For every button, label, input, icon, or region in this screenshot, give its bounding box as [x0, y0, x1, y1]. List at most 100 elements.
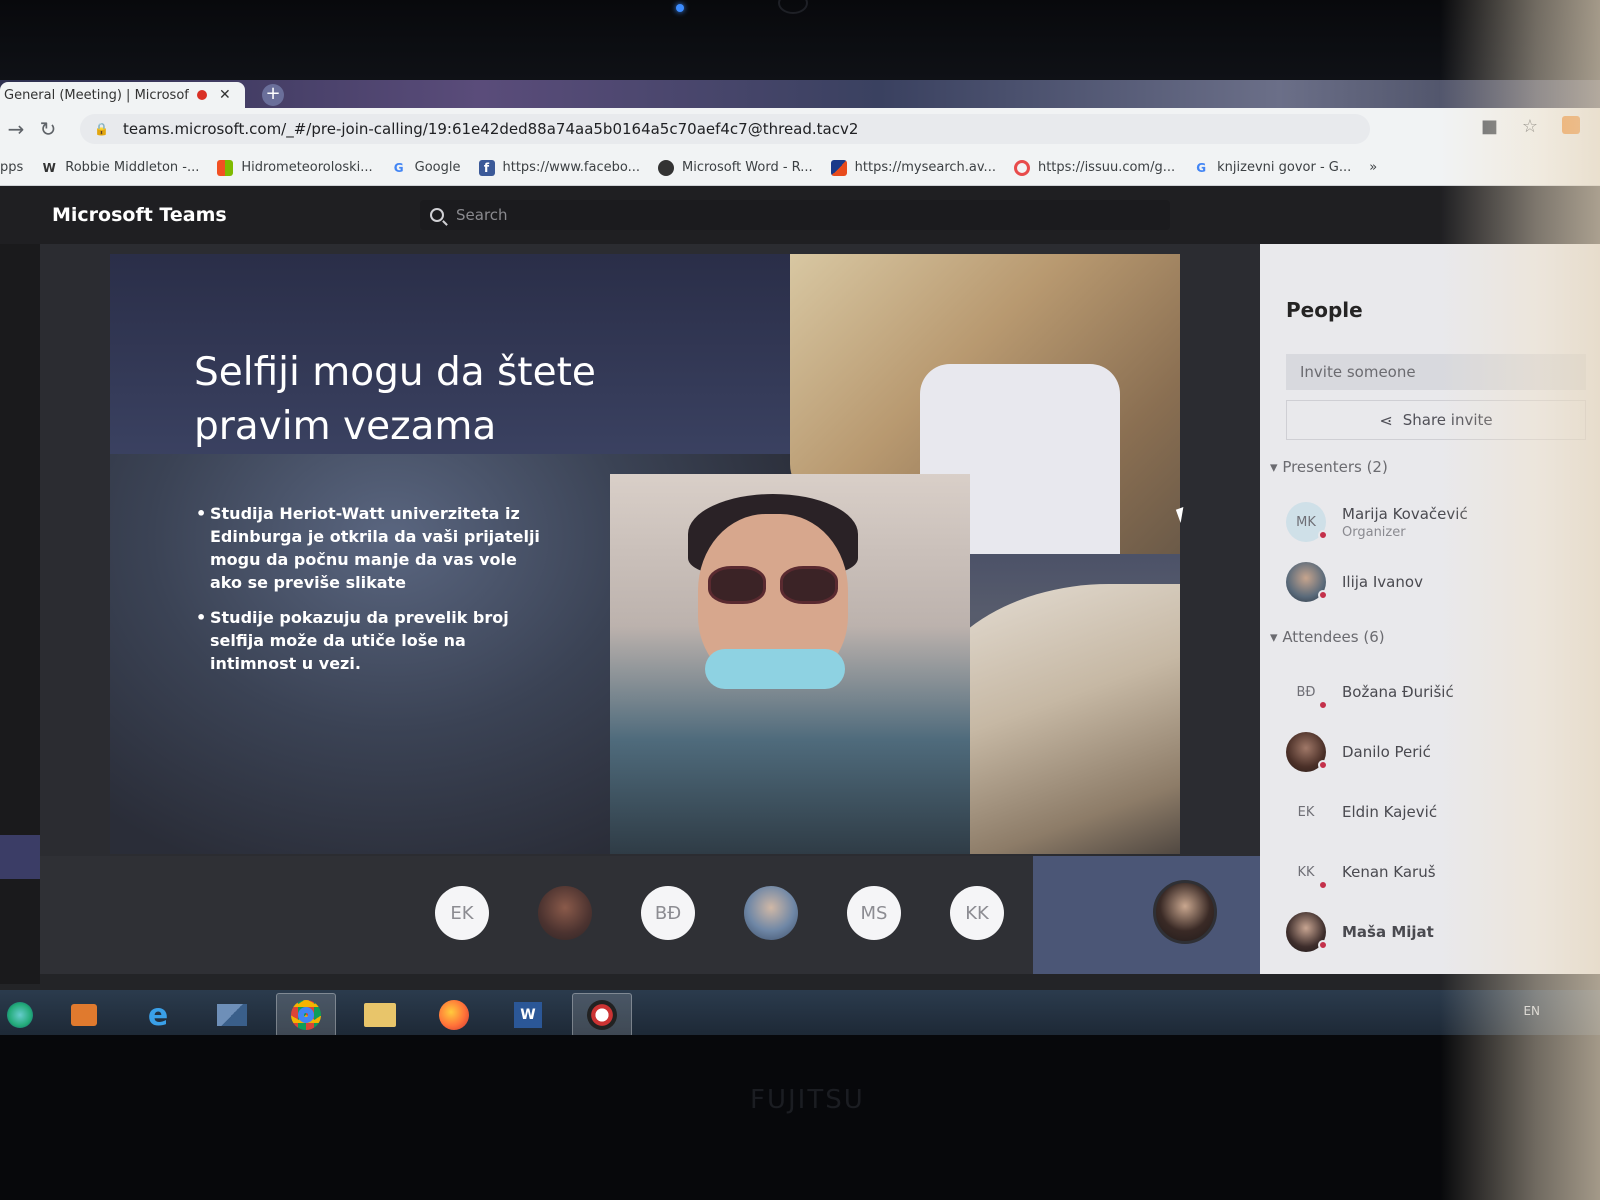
- person-name: Kenan Karuš: [1342, 863, 1436, 881]
- slide-bullet: Studije pokazuju da prevelik broj selfij…: [196, 606, 546, 675]
- browser-toolbar: → ↻ 🔒 teams.microsoft.com/_#/pre-join-ca…: [0, 108, 1600, 150]
- slide-title: Selfiji mogu da štete pravim vezama: [194, 350, 596, 449]
- chevron-double-right-icon: »: [1369, 160, 1378, 175]
- webcam-light: [676, 4, 684, 12]
- person-name: Božana Đurišić: [1342, 683, 1454, 701]
- person-name: Maša Mijat: [1342, 923, 1434, 941]
- facebook-icon: f: [478, 159, 495, 176]
- rail-button[interactable]: [0, 835, 40, 879]
- chrome-icon[interactable]: [276, 993, 336, 1035]
- presenters-section-header[interactable]: ▾ Presenters (2): [1270, 458, 1388, 476]
- participant-strip: EK BĐ MS KK: [40, 856, 1260, 974]
- file-explorer-icon[interactable]: [350, 993, 410, 1035]
- search-icon: [430, 208, 444, 222]
- bookmark-issuu[interactable]: https://issuu.com/g...: [1013, 159, 1176, 176]
- participant-avatar[interactable]: BĐ: [641, 886, 695, 940]
- laptop-bezel: General (Meeting) | Microsof ✕ + → ↻ 🔒 t…: [0, 0, 1600, 1200]
- participant-avatar-photo[interactable]: [538, 886, 592, 940]
- self-avatar: [1153, 880, 1217, 944]
- app-icon[interactable]: [572, 993, 632, 1035]
- share-icon: ⋖: [1379, 410, 1393, 430]
- participant-avatar-photo[interactable]: [744, 886, 798, 940]
- outlook-icon[interactable]: [202, 993, 262, 1035]
- forward-icon[interactable]: →: [0, 117, 32, 141]
- slide-photo-man-sunglasses: [610, 474, 970, 854]
- avatar: [1286, 732, 1328, 772]
- participant-avatar[interactable]: MS: [847, 886, 901, 940]
- person-name: Danilo Perić: [1342, 743, 1431, 761]
- bookmark-label: Google: [414, 160, 461, 175]
- avatar: BĐ: [1286, 672, 1328, 712]
- w-icon: W: [42, 160, 56, 175]
- bookmark-robbie[interactable]: W Robbie Middleton -...: [41, 160, 200, 176]
- bookmark-label: https://issuu.com/g...: [1037, 160, 1176, 175]
- url-text: teams.microsoft.com/_#/pre-join-calling/…: [122, 120, 859, 138]
- word-icon[interactable]: W: [498, 993, 558, 1035]
- light-glare: [1440, 0, 1600, 1200]
- browser-tab-strip: General (Meeting) | Microsof ✕ +: [0, 80, 1600, 108]
- issuu-icon: [1013, 159, 1030, 176]
- windows-taskbar: e W EN: [0, 990, 1600, 1035]
- chevron-down-icon: ▾: [1270, 458, 1283, 476]
- tab-close-icon[interactable]: ✕: [219, 87, 231, 103]
- lock-icon: 🔒: [94, 122, 109, 136]
- bookmark-label: pps: [0, 160, 24, 175]
- self-video-tile[interactable]: [1033, 856, 1260, 974]
- person-name: Eldin Kajević: [1342, 803, 1438, 821]
- bookmark-google[interactable]: G Google: [391, 160, 461, 176]
- browser-tab[interactable]: General (Meeting) | Microsof ✕: [0, 82, 245, 108]
- internet-explorer-icon[interactable]: e: [128, 993, 188, 1035]
- bookmark-word[interactable]: Microsoft Word - R...: [658, 159, 813, 176]
- avatar: [1286, 912, 1328, 952]
- chevron-down-icon: ▾: [1270, 628, 1283, 646]
- bookmark-facebook[interactable]: f https://www.facebo...: [478, 159, 641, 176]
- firefox-icon[interactable]: [424, 993, 484, 1035]
- google-icon: G: [393, 160, 404, 175]
- bookmark-label: Robbie Middleton -...: [65, 160, 200, 175]
- globe-icon: [658, 159, 674, 176]
- bookmark-mysearch[interactable]: https://mysearch.av...: [830, 159, 996, 176]
- presence-busy-icon: [1318, 880, 1328, 890]
- person-name: Ilija Ivanov: [1342, 573, 1423, 591]
- reload-icon[interactable]: ↻: [32, 117, 64, 141]
- participant-avatar[interactable]: KK: [950, 886, 1004, 940]
- bookmark-label: knjizevni govor - G...: [1217, 160, 1352, 175]
- address-bar[interactable]: 🔒 teams.microsoft.com/_#/pre-join-callin…: [80, 114, 1370, 144]
- bookmark-label: Microsoft Word - R...: [682, 160, 813, 175]
- bookmark-label: https://mysearch.av...: [854, 160, 996, 175]
- start-icon[interactable]: [0, 993, 40, 1035]
- slide-bullets: Studija Heriot-Watt univerziteta iz Edin…: [196, 502, 546, 687]
- avatar: [1286, 562, 1328, 602]
- bookmark-hidrometeo[interactable]: Hidrometeoroloski...: [217, 159, 373, 176]
- presence-busy-icon: [1318, 700, 1328, 710]
- slide-bullet: Studija Heriot-Watt univerziteta iz Edin…: [196, 502, 546, 594]
- fujitsu-logo: FUJITSU: [750, 1085, 865, 1115]
- bookmark-apps[interactable]: pps: [0, 160, 23, 175]
- search-placeholder: Search: [456, 206, 508, 224]
- bookmarks-bar: pps W Robbie Middleton -... Hidrometeoro…: [0, 150, 1600, 186]
- avast-icon: [830, 159, 847, 176]
- windows-icon: [217, 159, 234, 176]
- teams-header: Microsoft Teams Search: [0, 186, 1600, 244]
- presence-busy-icon: [1318, 530, 1328, 540]
- participant-avatar[interactable]: EK: [435, 886, 489, 940]
- tab-title: General (Meeting) | Microsof: [4, 87, 189, 103]
- more-bookmarks-button[interactable]: »: [1369, 160, 1377, 175]
- presence-busy-icon: [1318, 940, 1328, 950]
- bookmark-label: Hidrometeoroloski...: [241, 160, 373, 175]
- avatar: KK: [1286, 852, 1328, 892]
- presence-busy-icon: [1318, 760, 1328, 770]
- avatar: MK: [1286, 502, 1328, 542]
- media-player-icon[interactable]: [54, 993, 114, 1035]
- app-title: Microsoft Teams: [52, 204, 227, 226]
- screen: General (Meeting) | Microsof ✕ + → ↻ 🔒 t…: [0, 80, 1600, 1035]
- search-box[interactable]: Search: [420, 200, 1170, 230]
- presence-busy-icon: [1318, 590, 1328, 600]
- new-tab-button[interactable]: +: [262, 84, 284, 106]
- shared-slide: Selfiji mogu da štete pravim vezama Stud…: [110, 254, 1180, 854]
- face-mask-shape: [705, 649, 845, 689]
- bookmark-label: https://www.facebo...: [502, 160, 641, 175]
- attendees-section-header[interactable]: ▾ Attendees (6): [1270, 628, 1385, 646]
- google-icon: G: [1196, 160, 1207, 175]
- bookmark-knjizevni[interactable]: G knjizevni govor - G...: [1193, 160, 1351, 176]
